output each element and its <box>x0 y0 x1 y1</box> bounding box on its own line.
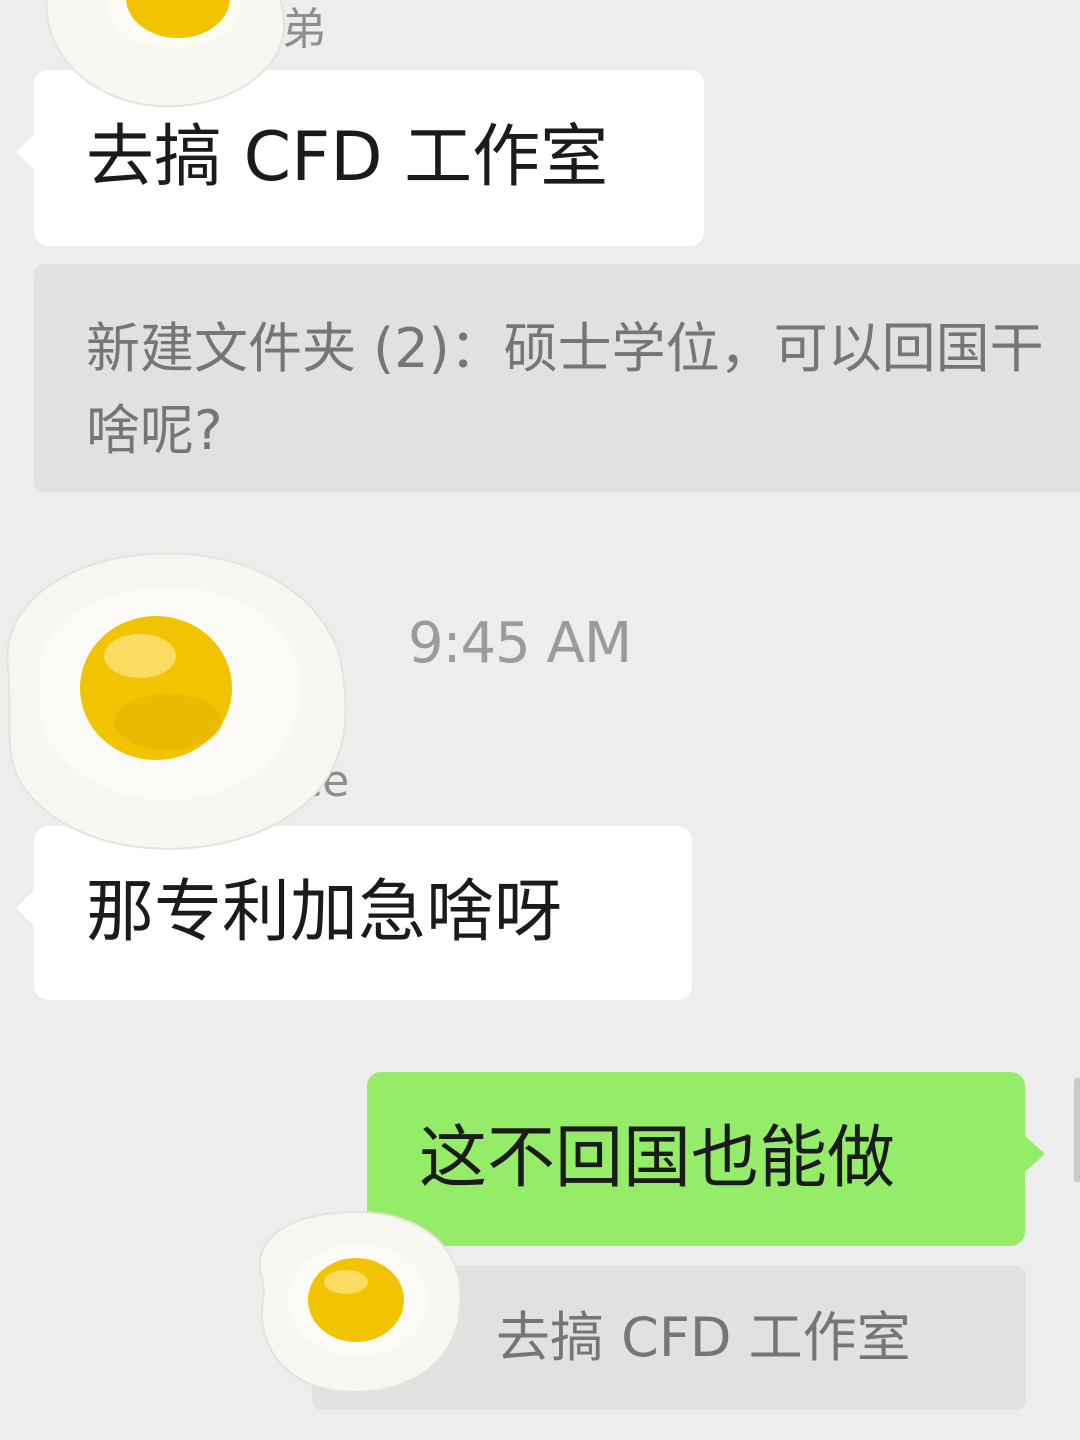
quoted-message-text: 新建文件夹 (2)：硕士学位，可以回国干啥呢? <box>86 317 1044 462</box>
sender-name: 弟 <box>282 4 326 55</box>
sender-name: ce <box>298 756 350 807</box>
chat-history[interactable]: 弟 去搞 CFD 工作室 新建文件夹 (2)：硕士学位，可以回国干啥呢? 9:4… <box>0 0 1080 1440</box>
quoted-message[interactable]: 新建文件夹 (2)：硕士学位，可以回国干啥呢? <box>34 264 1080 492</box>
message-text: 这不回国也能做 <box>419 1119 896 1198</box>
quoted-message-text: 去搞 CFD 工作室 <box>496 1306 911 1369</box>
message-bubble-outgoing[interactable]: 这不回国也能做 <box>367 1072 1045 1246</box>
message-bubble-incoming[interactable]: 那专利加急啥呀 <box>16 826 692 1000</box>
message-timestamp: 9:45 AM <box>408 611 632 676</box>
message-text: 去搞 CFD 工作室 <box>86 118 609 197</box>
quoted-message[interactable]: 去搞 CFD 工作室 <box>312 1266 1026 1410</box>
message-text: 那专利加急啥呀 <box>86 873 563 952</box>
avatar-edge <box>1074 1078 1080 1182</box>
fried-egg-sticker-icon <box>6 552 347 850</box>
message-bubble-incoming[interactable]: 去搞 CFD 工作室 <box>16 70 704 246</box>
